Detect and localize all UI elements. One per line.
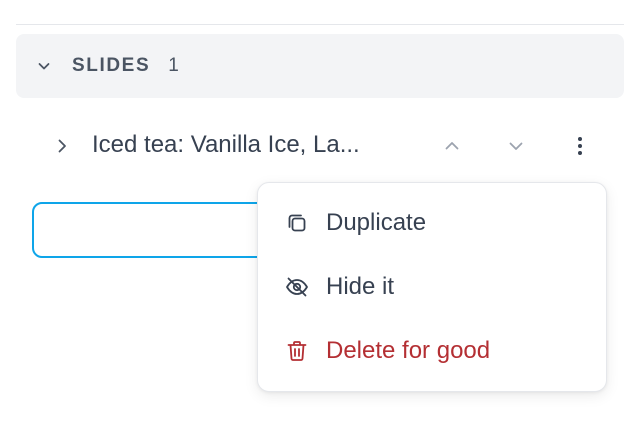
chevron-right-icon[interactable] (52, 136, 72, 156)
slide-title[interactable]: Iced tea: Vanilla Ice, La... (92, 131, 360, 159)
move-down-button[interactable] (504, 134, 528, 158)
menu-item-label: Hide it (326, 273, 395, 300)
section-title: SLIDES (72, 55, 151, 76)
chevron-down-icon (509, 142, 523, 150)
chevron-up-icon (445, 142, 459, 150)
more-options-button[interactable] (568, 134, 592, 158)
eye-off-icon (284, 274, 310, 300)
move-up-button[interactable] (440, 134, 464, 158)
divider (16, 24, 624, 25)
slide-options-menu: Duplicate Hide it Delete for good (257, 182, 607, 392)
more-vertical-icon (578, 137, 582, 155)
slide-row: Iced tea: Vanilla Ice, La... (16, 118, 624, 174)
duplicate-icon (284, 210, 310, 236)
trash-icon (284, 338, 310, 364)
slides-panel: SLIDES 1 Iced tea: Vanilla Ice, La... Du… (0, 0, 640, 430)
menu-item-label: Duplicate (326, 209, 427, 236)
menu-item-duplicate[interactable]: Duplicate (258, 191, 606, 255)
slides-section-header[interactable]: SLIDES 1 (16, 34, 624, 98)
menu-item-hide[interactable]: Hide it (258, 255, 606, 319)
menu-item-delete[interactable]: Delete for good (258, 319, 606, 383)
section-count: 1 (168, 55, 179, 76)
menu-item-label: Delete for good (326, 337, 491, 364)
chevron-down-icon (36, 58, 52, 74)
